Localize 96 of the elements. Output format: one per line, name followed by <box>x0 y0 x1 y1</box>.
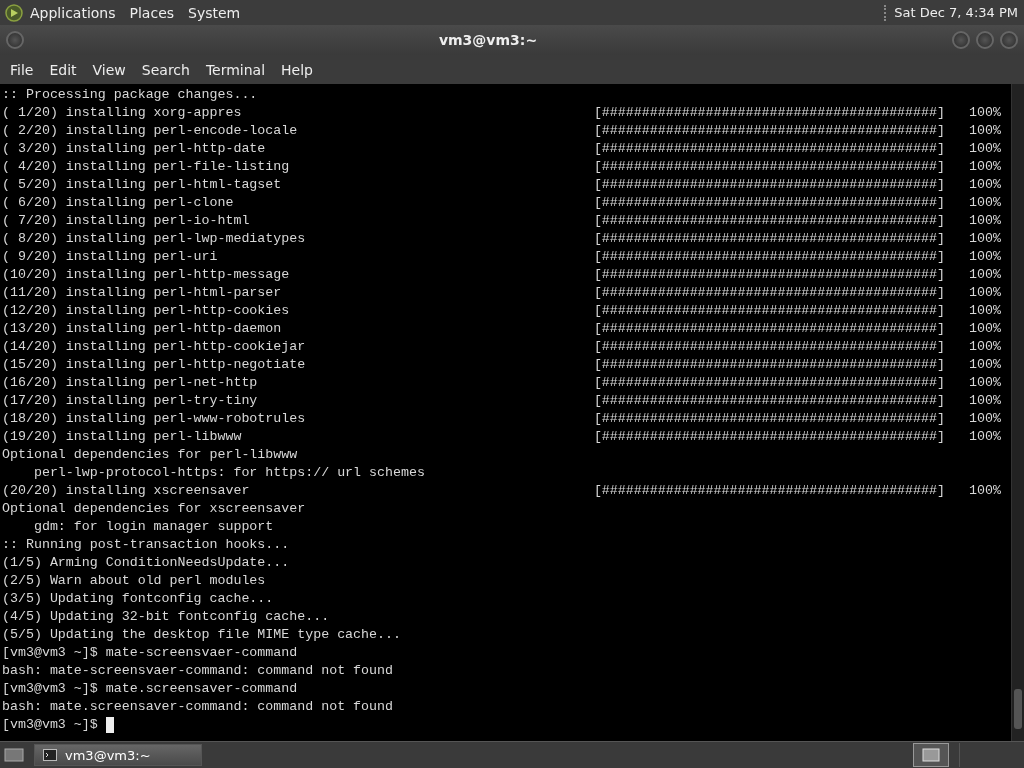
percent-label: 100% <box>968 230 1001 248</box>
percent-label: 100% <box>968 410 1001 428</box>
panel-menu[interactable]: System <box>188 4 241 21</box>
menu-item[interactable]: Search <box>133 61 198 78</box>
window-menu-button[interactable] <box>6 31 24 49</box>
progress-text: [##########################################] <box>593 176 945 194</box>
progress-text: [##########################################] <box>593 410 945 428</box>
terminal-line: bash: mate-screensvaer-command: command not found <box>2 662 393 680</box>
terminal-line: (18/20) installing perl-www-robotrules <box>2 410 306 428</box>
menu-item[interactable]: Terminal <box>197 61 274 78</box>
terminal-line: bash: mate.screensaver-command: command not found <box>2 698 393 716</box>
percent-label: 100% <box>968 104 1001 122</box>
terminal-line: (10/20) installing perl-http-message <box>2 266 290 284</box>
progress-text: [##########################################] <box>593 356 945 374</box>
progress-text: [##########################################] <box>593 158 945 176</box>
terminal-line: perl-lwp-protocol-https: for https:// url schemes <box>32 464 425 482</box>
terminal-line: ( 3/20) installing perl-http-date <box>2 140 266 158</box>
terminal-line: :: Running post-transaction hooks... <box>2 536 290 554</box>
terminal-line: Optional dependencies for perl-libwww <box>2 446 298 464</box>
terminal-line: ( 1/20) installing xorg-appres <box>2 104 242 122</box>
terminal-line: Optional dependencies for xscreensaver <box>2 500 306 518</box>
close-button[interactable] <box>1000 31 1018 49</box>
progress-text: [##########################################] <box>593 428 945 446</box>
terminal-line: (12/20) installing perl-http-cookies <box>2 302 290 320</box>
show-desktop-icon[interactable] <box>4 747 24 763</box>
logo-icon[interactable] <box>4 2 24 23</box>
terminal-line: ( 9/20) installing perl-uri <box>2 248 218 266</box>
maximize-button[interactable] <box>976 31 994 49</box>
percent-label: 100% <box>968 392 1001 410</box>
progress-text: [##########################################] <box>593 104 945 122</box>
percent-label: 100% <box>968 428 1001 446</box>
menu-item[interactable]: Edit <box>41 61 85 78</box>
window-title: vm3@vm3:~ <box>437 32 539 48</box>
terminal-line: ( 7/20) installing perl-io-html <box>2 212 250 230</box>
panel-menu[interactable]: Applications <box>30 4 116 21</box>
progress-text: [##########################################] <box>593 122 945 140</box>
taskbar-button[interactable]: vm3@vm3:~ <box>34 744 202 766</box>
progress-text: [##########################################] <box>593 140 945 158</box>
terminal-line: [vm3@vm3 ~]$ mate-screensvaer-command <box>2 644 298 662</box>
terminal-line: ( 5/20) installing perl-html-tagset <box>2 176 282 194</box>
terminal-line: (20/20) installing xscreensaver <box>2 482 250 500</box>
progress-text: [##########################################] <box>593 482 945 500</box>
scrollbar[interactable] <box>1011 84 1024 741</box>
terminal-line: gdm: for login manager support <box>32 518 274 536</box>
terminal-line: [vm3@vm3 ~]$ <box>2 716 99 734</box>
terminal-line: :: Processing package changes... <box>2 86 258 104</box>
terminal-line: (16/20) installing perl-net-http <box>2 374 258 392</box>
clock[interactable]: Sat Dec 7, 4:34 PM <box>894 5 1018 20</box>
terminal-line: ( 4/20) installing perl-file-listing <box>2 158 290 176</box>
percent-label: 100% <box>968 266 1001 284</box>
terminal-line: (5/5) Updating the desktop file MIME type cache... <box>2 626 401 644</box>
percent-label: 100% <box>968 248 1001 266</box>
percent-label: 100% <box>968 122 1001 140</box>
menu-item[interactable]: File <box>2 61 42 78</box>
panel-menu[interactable]: Places <box>129 4 175 21</box>
menu-item[interactable]: Help <box>273 61 321 78</box>
percent-label: 100% <box>968 302 1001 320</box>
terminal-line: (14/20) installing perl-http-cookiejar <box>2 338 306 356</box>
progress-text: [##########################################] <box>593 374 945 392</box>
terminal-line: (13/20) installing perl-http-daemon <box>2 320 282 338</box>
progress-text: [##########################################] <box>593 230 945 248</box>
progress-text: [##########################################] <box>593 338 945 356</box>
percent-label: 100% <box>968 482 1001 500</box>
terminal-line: ( 2/20) installing perl-encode-locale <box>2 122 298 140</box>
percent-label: 100% <box>968 212 1001 230</box>
progress-text: [##########################################] <box>593 302 945 320</box>
percent-label: 100% <box>968 158 1001 176</box>
progress-text: [##########################################] <box>593 392 945 410</box>
terminal-line: (3/5) Updating fontconfig cache... <box>2 590 274 608</box>
terminal-line: ( 8/20) installing perl-lwp-mediatypes <box>2 230 306 248</box>
percent-label: 100% <box>968 176 1001 194</box>
terminal-line: (1/5) Arming ConditionNeedsUpdate... <box>2 554 290 572</box>
percent-label: 100% <box>968 374 1001 392</box>
terminal-line: ( 6/20) installing perl-clone <box>2 194 234 212</box>
menu-item[interactable]: View <box>84 61 134 78</box>
percent-label: 100% <box>968 284 1001 302</box>
terminal-line: (17/20) installing perl-try-tiny <box>2 392 258 410</box>
terminal-line: (4/5) Updating 32-bit fontconfig cache... <box>2 608 330 626</box>
progress-text: [##########################################] <box>593 248 945 266</box>
percent-label: 100% <box>968 356 1001 374</box>
percent-label: 100% <box>968 140 1001 158</box>
percent-label: 100% <box>968 320 1001 338</box>
percent-label: 100% <box>968 194 1001 212</box>
progress-text: [##########################################] <box>593 284 945 302</box>
terminal-line: (11/20) installing perl-html-parser <box>2 284 282 302</box>
progress-text: [##########################################] <box>593 266 945 284</box>
terminal-line: (15/20) installing perl-http-negotiate <box>2 356 306 374</box>
progress-text: [##########################################] <box>593 212 945 230</box>
progress-text: [##########################################] <box>593 194 945 212</box>
progress-text: [##########################################] <box>593 320 945 338</box>
terminal-line: (2/5) Warn about old perl modules <box>2 572 266 590</box>
terminal-line: [vm3@vm3 ~]$ mate.screensaver-command <box>2 680 298 698</box>
terminal-icon <box>43 749 57 761</box>
minimize-button[interactable] <box>952 31 970 49</box>
percent-label: 100% <box>968 338 1001 356</box>
terminal-line: (19/20) installing perl-libwww <box>2 428 242 446</box>
